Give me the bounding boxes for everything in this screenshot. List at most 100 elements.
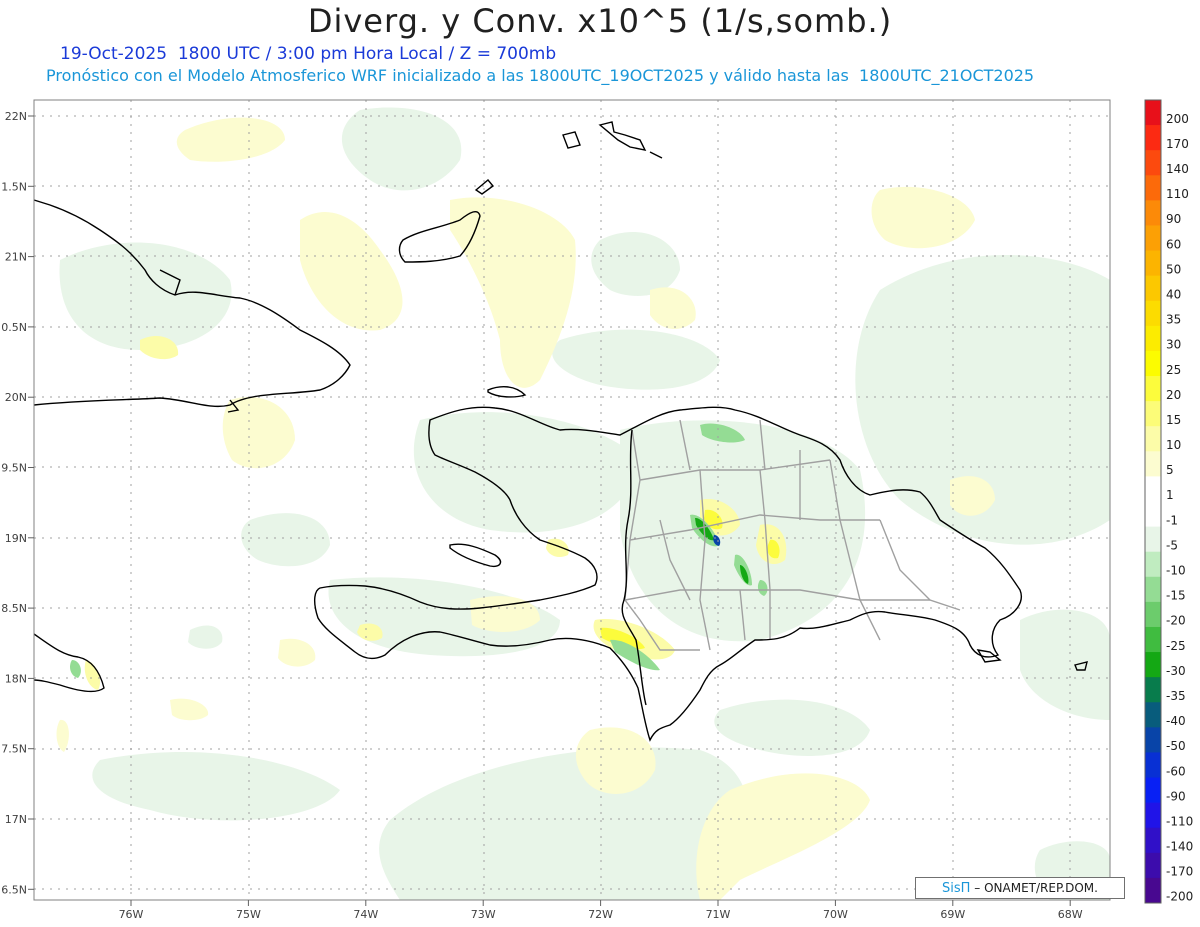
- lat-label: 1.5N: [1, 180, 27, 193]
- lon-label: 68W: [1058, 908, 1083, 921]
- map-frame: [33, 99, 1111, 901]
- province-borders: [624, 419, 961, 651]
- colorbar-label: 170: [1166, 137, 1189, 151]
- colorbar-label: 50: [1166, 262, 1181, 276]
- colorbar-swatch: [1145, 777, 1161, 804]
- colorbar-swatch: [1145, 551, 1161, 578]
- colorbar-swatch: [1145, 752, 1161, 779]
- colorbar-swatch: [1145, 350, 1161, 377]
- colorbar: 200 170 140 110 90 60 50 40 35 30 25 20 15 10 5 1 -1 -5 -1…: [1144, 99, 1193, 904]
- colorbar-label: 5: [1166, 463, 1174, 477]
- lon-label: 70W: [823, 908, 848, 921]
- lon-label: 72W: [588, 908, 613, 921]
- colorbar-label: 30: [1166, 338, 1181, 352]
- lon-label: 76W: [119, 908, 144, 921]
- model-run-subtitle: Pronóstico con el Modelo Atmosferico WRF…: [46, 66, 1035, 85]
- colorbar-label: -1: [1166, 513, 1178, 527]
- colorbar-frame: [1144, 99, 1162, 904]
- colorbar-label: 200: [1166, 112, 1189, 126]
- colorbar-swatch: [1145, 451, 1161, 477]
- colorbar-swatch: [1145, 576, 1161, 603]
- colorbar-swatch: [1145, 401, 1161, 427]
- colorbar-label: 60: [1166, 237, 1181, 251]
- colorbar-label: 35: [1166, 313, 1181, 327]
- colorbar-swatch: [1145, 300, 1161, 327]
- colorbar-swatch: [1145, 150, 1161, 176]
- credit-box: SisΠ – ONAMET/REP.DOM.: [915, 877, 1125, 899]
- lon-label: 75W: [236, 908, 261, 921]
- divergence-shading: [56, 107, 1110, 900]
- lon-label: 74W: [353, 908, 378, 921]
- lat-label: 22N: [5, 110, 27, 123]
- colorbar-swatch: [1145, 601, 1161, 628]
- colorbar-swatch: [1145, 325, 1161, 352]
- colorbar-label: 90: [1166, 212, 1181, 226]
- colorbar-swatch: [1145, 200, 1161, 226]
- colorbar-swatch: [1145, 125, 1161, 151]
- colorbar-swatch: [1145, 501, 1161, 528]
- map-title: Diverg. y Conv. x10^5 (1/s,somb.): [307, 2, 893, 40]
- lat-label: 8.5N: [1, 602, 27, 615]
- colorbar-swatch: [1145, 275, 1161, 302]
- coastlines: [33, 121, 1088, 742]
- colorbar-label: -10: [1166, 564, 1186, 578]
- lat-label: 0.5N: [1, 321, 27, 334]
- colorbar-swatch: [1145, 376, 1161, 402]
- colorbar-swatch: [1145, 852, 1161, 879]
- colorbar-label: 1: [1166, 488, 1174, 502]
- colorbar-label: -20: [1166, 614, 1186, 628]
- latitude-labels: 22N 1.5N 21N 0.5N 20N 9.5N 19N 8.5N 18N 7.5N 17N 6.…: [1, 110, 34, 896]
- colorbar-swatch: [1145, 802, 1161, 829]
- colorbar-label: -25: [1166, 639, 1186, 653]
- colorbar-swatch: [1145, 626, 1161, 653]
- colorbar-label: -200: [1166, 890, 1193, 904]
- colorbar-swatch: [1145, 175, 1161, 201]
- colorbar-swatch: [1145, 677, 1161, 703]
- colorbar-label: -5: [1166, 538, 1178, 552]
- colorbar-label: 140: [1166, 162, 1189, 176]
- graticule: [34, 100, 1110, 900]
- lat-label: 19N: [5, 532, 27, 545]
- colorbar-label: -60: [1166, 764, 1186, 778]
- colorbar-swatch: [1145, 250, 1161, 277]
- lon-label: 73W: [471, 908, 496, 921]
- colorbar-swatch: [1145, 652, 1161, 678]
- colorbar-swatch: [1145, 100, 1161, 126]
- lat-label: 6.5N: [1, 883, 27, 896]
- forecast-time-subtitle: 19-Oct-2025 1800 UTC / 3:00 pm Hora Loca…: [60, 44, 557, 64]
- colorbar-label: -140: [1166, 840, 1193, 854]
- colorbar-swatch: [1145, 827, 1161, 854]
- colorbar-swatch: [1145, 476, 1161, 502]
- colorbar-label: 15: [1166, 413, 1181, 427]
- colorbar-label: 25: [1166, 363, 1181, 377]
- lat-label: 18N: [5, 672, 27, 685]
- colorbar-swatch: [1145, 877, 1161, 904]
- colorbar-label: 40: [1166, 287, 1181, 301]
- lat-label: 9.5N: [1, 462, 27, 475]
- longitude-labels: 76W 75W 74W 73W 72W 71W 70W 69W 68W: [119, 900, 1083, 921]
- colorbar-swatch: [1145, 225, 1161, 252]
- lat-label: 17N: [5, 813, 27, 826]
- colorbar-swatch: [1145, 702, 1161, 728]
- colorbar-label: -30: [1166, 664, 1186, 678]
- forecast-map: 22N 1.5N 21N 0.5N 20N 9.5N 19N 8.5N 18N 7.5N 17N 6.…: [1, 99, 1193, 921]
- colorbar-label: -170: [1166, 865, 1193, 879]
- colorbar-label: -50: [1166, 739, 1186, 753]
- colorbar-label: 20: [1166, 388, 1181, 402]
- colorbar-swatch: [1145, 526, 1161, 553]
- lat-label: 7.5N: [1, 743, 27, 756]
- credit-org: – ONAMET/REP.DOM.: [974, 881, 1098, 895]
- sispi-brand: SisΠ: [942, 881, 971, 896]
- colorbar-swatch: [1145, 426, 1161, 452]
- colorbar-label: -15: [1166, 589, 1186, 603]
- colorbar-label: -110: [1166, 814, 1193, 828]
- colorbar-label: -35: [1166, 689, 1186, 703]
- colorbar-swatch: [1145, 727, 1161, 753]
- colorbar-label: -90: [1166, 789, 1186, 803]
- lat-label: 20N: [5, 391, 27, 404]
- colorbar-label: 110: [1166, 187, 1189, 201]
- lon-label: 69W: [940, 908, 965, 921]
- colorbar-label: 10: [1166, 438, 1181, 452]
- lon-label: 71W: [706, 908, 731, 921]
- colorbar-label: -40: [1166, 714, 1186, 728]
